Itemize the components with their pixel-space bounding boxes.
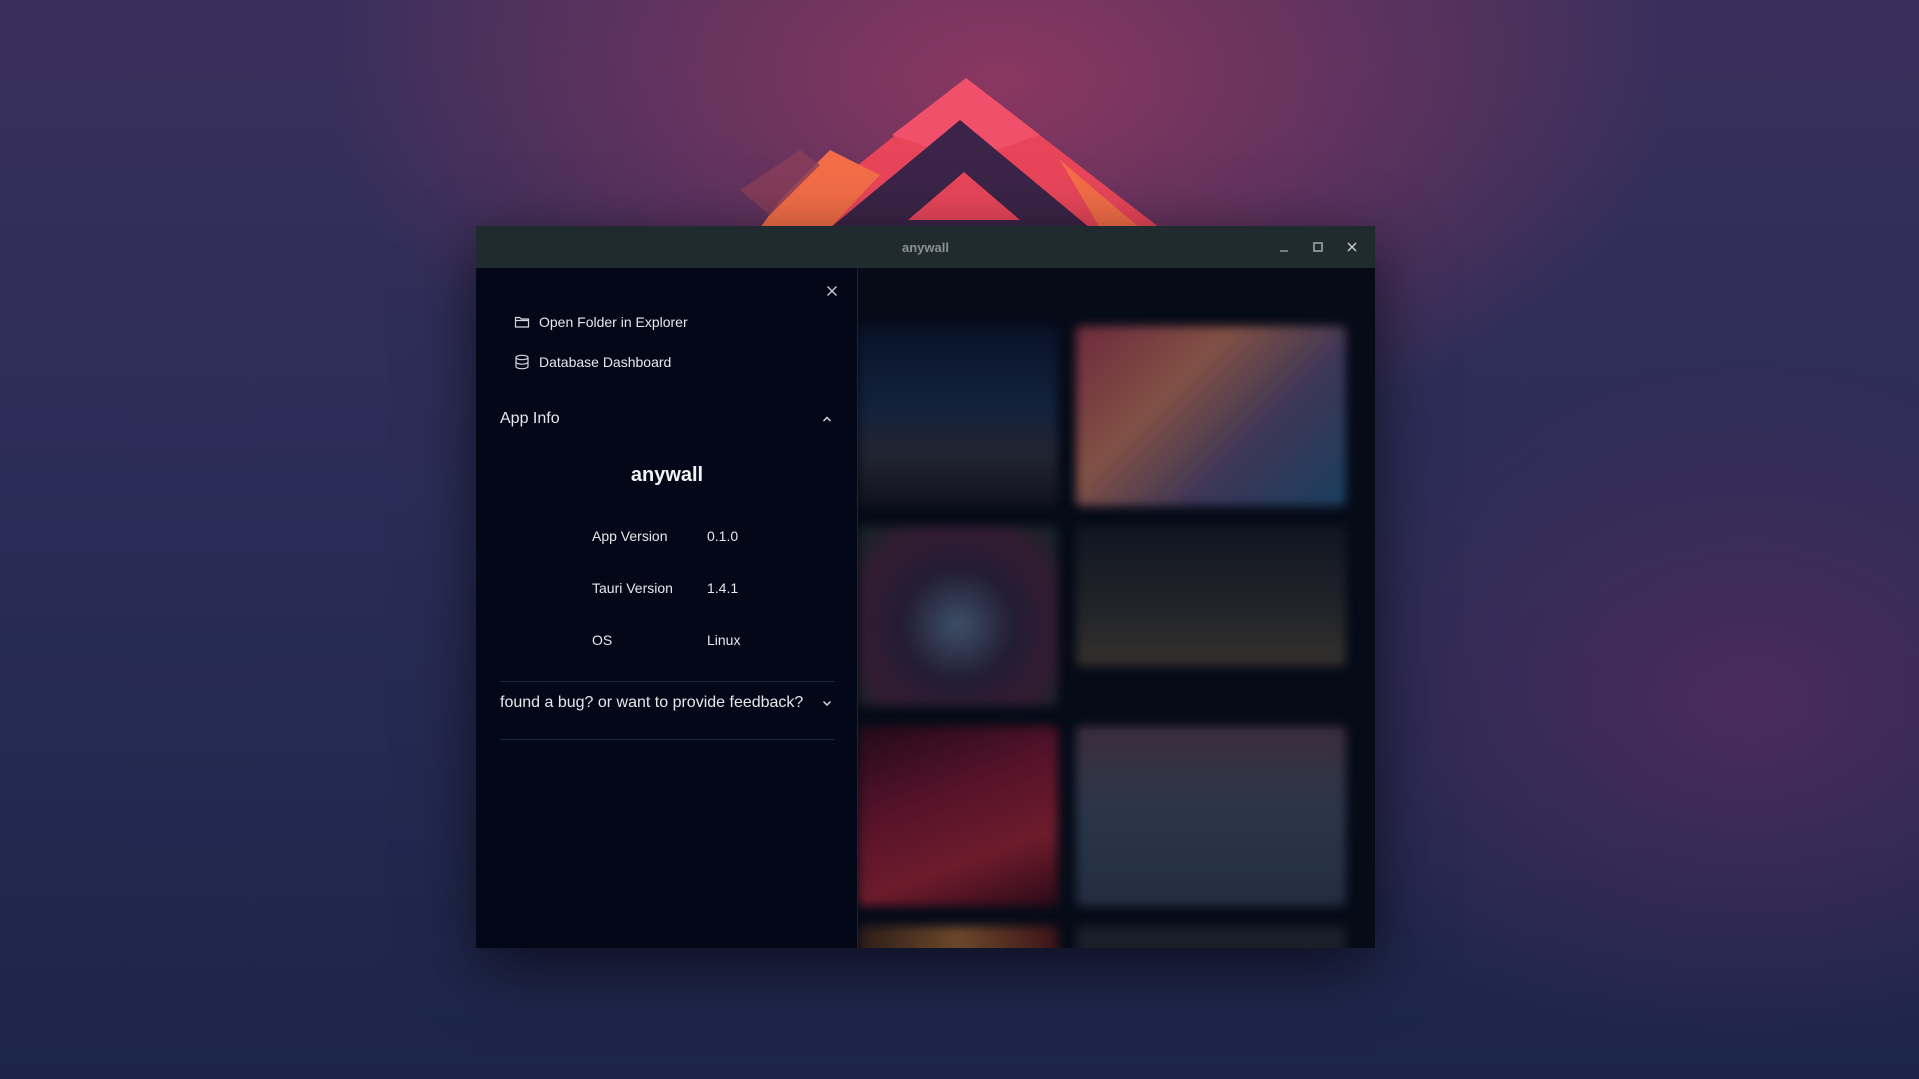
close-sidebar-button[interactable] (823, 282, 841, 300)
close-icon (827, 286, 837, 296)
app-window: anywall Open Folder in Explorer Database… (476, 226, 1375, 948)
minimize-button[interactable] (1267, 230, 1301, 264)
feedback-toggle[interactable]: found a bug? or want to provide feedback… (500, 688, 833, 718)
maximize-icon (1313, 242, 1323, 252)
app-info-header: App Info (500, 410, 560, 427)
window-title: anywall (902, 239, 949, 255)
chevron-up-icon (822, 416, 832, 422)
title-bar[interactable]: anywall (476, 226, 1375, 268)
divider (500, 681, 834, 682)
wallpaper-thumbnail[interactable] (858, 526, 1058, 706)
info-key: OS (592, 632, 613, 648)
info-key: Tauri Version (592, 580, 673, 596)
database-dashboard-label: Database Dashboard (539, 354, 672, 370)
app-name: anywall (630, 464, 704, 486)
window-content: Open Folder in Explorer Database Dashboa… (476, 268, 1375, 948)
maximize-button[interactable] (1301, 230, 1335, 264)
app-info-toggle[interactable]: App Info (500, 404, 833, 434)
wallpaper-artwork (740, 78, 1160, 228)
feedback-header: found a bug? or want to provide feedback… (500, 694, 804, 711)
info-row-os: OS Linux (592, 632, 740, 648)
window-controls (1267, 226, 1369, 268)
minimize-icon (1280, 250, 1288, 252)
settings-sidebar: Open Folder in Explorer Database Dashboa… (476, 268, 858, 948)
divider (500, 739, 834, 740)
wallpaper-thumbnail[interactable] (1076, 926, 1346, 948)
gallery-toolbar (858, 284, 1375, 304)
info-key: App Version (592, 528, 668, 544)
info-row-tauri-version: Tauri Version 1.4.1 (592, 580, 738, 596)
wallpaper-thumbnail[interactable] (858, 726, 1058, 906)
close-icon (1347, 242, 1357, 252)
wallpaper-thumbnail[interactable] (1076, 326, 1346, 506)
chevron-down-icon (822, 700, 832, 707)
open-folder-label: Open Folder in Explorer (539, 314, 688, 330)
wallpaper-thumbnail[interactable] (858, 926, 1058, 948)
wallpaper-thumbnail[interactable] (1076, 526, 1346, 666)
wallpaper-thumbnail[interactable] (858, 326, 1058, 506)
folder-icon (514, 316, 530, 328)
wallpaper-gallery (858, 268, 1375, 948)
wallpaper-thumbnail[interactable] (1076, 726, 1346, 906)
info-value: 0.1.0 (707, 528, 739, 544)
database-icon (515, 354, 529, 370)
database-dashboard-button[interactable]: Database Dashboard (514, 347, 671, 377)
close-window-button[interactable] (1335, 230, 1369, 264)
open-folder-button[interactable]: Open Folder in Explorer (514, 307, 688, 337)
info-value: 1.4.1 (707, 580, 739, 596)
info-row-app-version: App Version 0.1.0 (592, 528, 738, 544)
info-value: Linux (707, 632, 741, 648)
